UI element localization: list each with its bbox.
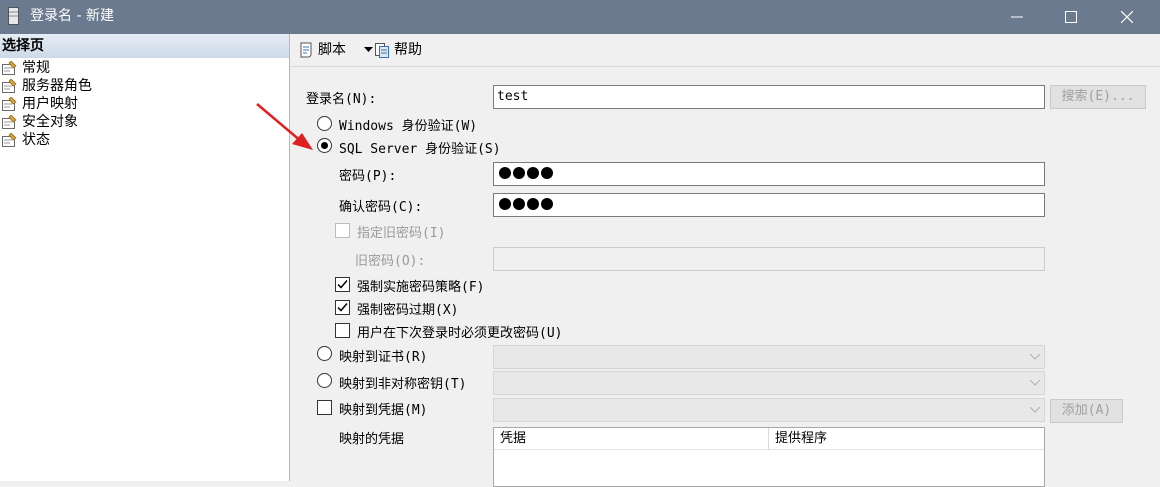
mask-dot (499, 167, 511, 179)
add-button[interactable]: 添加(A) (1050, 399, 1123, 423)
mapped-credentials-grid[interactable]: 凭据 提供程序 (493, 427, 1045, 487)
sidebar-item-label: 安全对象 (22, 114, 78, 130)
minimize-button[interactable] (994, 0, 1040, 34)
map-asymmetric-key-label: 映射到非对称密钥(T) (339, 377, 467, 392)
enforce-expiration-label: 强制密码过期(X) (357, 303, 459, 318)
help-button[interactable]: 帮助 (374, 40, 434, 60)
enforce-policy-checkbox[interactable] (335, 277, 350, 292)
mask-dot (499, 198, 511, 210)
chevron-down-icon (1030, 380, 1040, 386)
windows-auth-radio[interactable] (317, 116, 332, 131)
enforce-expiration-checkbox[interactable] (335, 300, 350, 315)
mask-dot (513, 198, 525, 210)
page-icon (2, 133, 17, 147)
sidebar-item-status[interactable]: 状态 (0, 131, 120, 149)
mask-dot (527, 198, 539, 210)
asymmetric-key-select[interactable] (493, 371, 1045, 395)
credential-select[interactable] (493, 398, 1045, 422)
sidebar-item-user-mapping[interactable]: 用户映射 (0, 95, 120, 113)
close-button[interactable] (1104, 0, 1150, 34)
password-label: 密码(P): (339, 169, 397, 184)
login-name-value: test (497, 89, 529, 104)
page-icon (2, 79, 17, 93)
checkmark-icon (337, 303, 348, 312)
search-button[interactable]: 搜索(E)... (1050, 85, 1146, 109)
specify-old-password-label: 指定旧密码(I) (357, 226, 446, 241)
script-icon (300, 42, 312, 58)
maximize-button[interactable] (1048, 0, 1094, 34)
sql-auth-radio[interactable] (317, 138, 332, 153)
page-icon (2, 97, 17, 111)
help-icon (375, 43, 389, 58)
sidebar: 选择页 常规 服务器角色 用户映射 安全对象 状态 (0, 34, 290, 481)
sidebar-item-label: 服务器角色 (22, 78, 92, 94)
checkmark-icon (337, 280, 348, 289)
title-bar: 登录名 - 新建 (0, 0, 1160, 34)
sidebar-item-securables[interactable]: 安全对象 (0, 113, 120, 131)
sidebar-item-label: 常规 (22, 60, 50, 76)
sidebar-item-server-roles[interactable]: 服务器角色 (0, 77, 120, 95)
map-certificate-label: 映射到证书(R) (339, 350, 428, 365)
column-header-provider[interactable]: 提供程序 (769, 428, 1044, 450)
login-name-label: 登录名(N): (306, 92, 377, 107)
old-password-label: 旧密码(O): (355, 254, 426, 269)
mask-dot (541, 198, 553, 210)
dropdown-arrow-icon[interactable] (364, 47, 373, 53)
sql-auth-label: SQL Server 身份验证(S) (339, 142, 501, 157)
sidebar-item-label: 用户映射 (22, 96, 78, 112)
confirm-password-input[interactable] (493, 193, 1045, 217)
confirm-password-label: 确认密码(C): (339, 200, 423, 215)
chevron-down-icon (1030, 354, 1040, 360)
page-icon (2, 115, 17, 129)
map-credential-label: 映射到凭据(M) (339, 403, 428, 418)
certificate-select[interactable] (493, 345, 1045, 369)
toolbar: 脚本 帮助 (290, 34, 1160, 67)
window-title: 登录名 - 新建 (30, 8, 114, 24)
login-name-input[interactable]: test (493, 85, 1045, 109)
map-certificate-radio[interactable] (317, 346, 332, 361)
close-icon (1121, 11, 1133, 23)
specify-old-password-checkbox[interactable] (335, 223, 350, 238)
map-credential-checkbox[interactable] (317, 400, 332, 415)
help-label: 帮助 (394, 42, 422, 58)
old-password-input[interactable] (493, 247, 1045, 271)
password-mask (499, 167, 555, 181)
database-icon (8, 7, 19, 25)
sidebar-item-general[interactable]: 常规 (0, 59, 120, 77)
mapped-credentials-label: 映射的凭据 (339, 432, 405, 447)
sidebar-item-label: 状态 (22, 132, 50, 148)
script-button[interactable]: 脚本 (298, 40, 378, 60)
annotation-arrow-icon (256, 103, 313, 150)
confirm-password-mask (499, 198, 555, 212)
mask-dot (527, 167, 539, 179)
mask-dot (541, 167, 553, 179)
minimize-icon (1011, 16, 1023, 18)
mask-dot (513, 167, 525, 179)
password-input[interactable] (493, 162, 1045, 186)
script-label: 脚本 (318, 42, 346, 58)
page-icon (2, 61, 17, 75)
maximize-icon (1065, 11, 1077, 23)
chevron-down-icon (1030, 407, 1040, 413)
enforce-policy-label: 强制实施密码策略(F) (357, 280, 485, 295)
column-header-credential[interactable]: 凭据 (494, 428, 769, 450)
must-change-checkbox[interactable] (335, 323, 350, 338)
must-change-label: 用户在下次登录时必须更改密码(U) (357, 326, 563, 341)
windows-auth-label: Windows 身份验证(W) (339, 119, 478, 134)
map-asymmetric-key-radio[interactable] (317, 373, 332, 388)
sidebar-header: 选择页 (0, 34, 289, 58)
